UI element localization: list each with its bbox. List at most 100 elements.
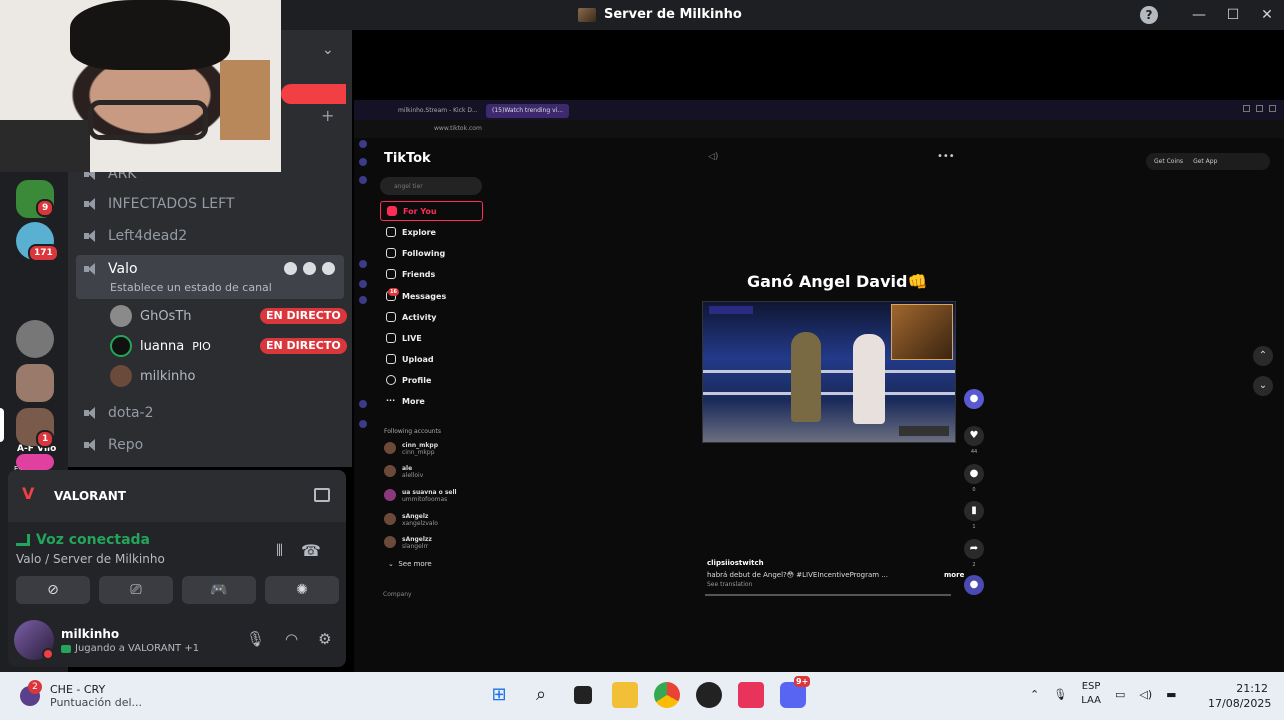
nav-upload[interactable]: Upload xyxy=(380,349,483,369)
video-author[interactable]: clipsiiostwitch xyxy=(707,559,764,567)
chat-icon[interactable] xyxy=(284,262,297,275)
microphone-icon[interactable]: 🎙 xyxy=(1053,688,1067,701)
sidebar-icon[interactable] xyxy=(359,158,367,166)
sidebar-icon[interactable] xyxy=(359,400,367,408)
company-link[interactable]: Company xyxy=(383,591,412,598)
tiktok-logo[interactable]: TikTok xyxy=(384,151,431,166)
music-disc[interactable]: ● xyxy=(964,575,984,595)
sidebar-icon[interactable] xyxy=(359,140,367,148)
see-more-link[interactable]: ⌄ See more xyxy=(388,560,432,568)
speaker-icon[interactable]: ◁) xyxy=(1139,688,1152,701)
chevron-down-icon[interactable]: ⌄ xyxy=(322,42,334,58)
sidebar-icon[interactable] xyxy=(359,260,367,268)
see-translation-link[interactable]: See translation xyxy=(707,581,752,588)
comment-button[interactable]: ● 0 xyxy=(964,464,984,493)
nav-following[interactable]: Following xyxy=(380,243,483,263)
help-icon[interactable]: ? xyxy=(1140,6,1158,24)
search-icon[interactable]: ⌕ xyxy=(528,682,554,708)
more-options-icon[interactable]: ••• xyxy=(937,151,955,162)
sidebar-icon[interactable] xyxy=(359,296,367,304)
server-icon-3[interactable] xyxy=(16,320,54,358)
maximize-icon[interactable] xyxy=(1256,105,1263,112)
browser-tab[interactable]: milkinho.Stream - Kick D... xyxy=(392,104,484,118)
minimize-icon[interactable] xyxy=(1243,105,1250,112)
soundboard-button[interactable]: ✺ xyxy=(265,576,339,604)
scroll-up-button[interactable]: ⌃ xyxy=(1253,346,1273,366)
server-icon-4[interactable] xyxy=(16,364,54,402)
battery-icon[interactable]: ▬ xyxy=(1166,688,1176,701)
share-button[interactable]: ➦ 2 xyxy=(964,539,984,568)
add-channel-icon[interactable]: + xyxy=(321,106,334,125)
nav-activity[interactable]: Activity xyxy=(380,307,483,327)
channel-infectados-left[interactable]: INFECTADOS LEFT xyxy=(84,192,234,216)
scroll-down-button[interactable]: ⌄ xyxy=(1253,376,1273,396)
voice-user[interactable]: milkinho xyxy=(110,364,195,388)
close-button[interactable]: ✕ xyxy=(1250,7,1284,23)
sidebar-icon[interactable] xyxy=(359,420,367,428)
account-item[interactable]: ua suavna o sell ummitofoomas xyxy=(384,489,457,503)
language-indicator[interactable]: ESP LAA xyxy=(1081,680,1101,708)
video-player[interactable] xyxy=(702,301,956,443)
url-text[interactable]: www.tiktok.com xyxy=(434,125,482,132)
camera-off-button[interactable]: ⊘ xyxy=(16,576,90,604)
gear-icon[interactable] xyxy=(322,262,335,275)
nav-explore[interactable]: Explore xyxy=(380,222,483,242)
volume-icon[interactable]: ◁) xyxy=(708,152,718,162)
chrome-icon[interactable] xyxy=(654,682,680,708)
channel-left4dead2[interactable]: Left4dead2 xyxy=(84,224,187,248)
address-bar[interactable]: www.tiktok.com xyxy=(354,120,1284,138)
nav-friends[interactable]: Friends xyxy=(380,264,483,284)
invite-icon[interactable] xyxy=(303,262,316,275)
microphone-icon[interactable]: 🎙 xyxy=(246,630,265,648)
search-input[interactable]: angel tier xyxy=(380,177,482,195)
nav-more[interactable]: ··· More xyxy=(380,391,483,411)
get-coins-button[interactable]: Get Coins xyxy=(1154,158,1183,165)
obs-icon[interactable] xyxy=(696,682,722,708)
discord-icon[interactable]: 9+ xyxy=(780,676,811,708)
maximize-button[interactable]: ☐ xyxy=(1216,7,1250,23)
windows-start-icon[interactable]: ⊞ xyxy=(486,682,512,708)
creator-avatar[interactable]: ● xyxy=(964,389,984,409)
minimize-button[interactable]: — xyxy=(1182,7,1216,23)
disconnect-icon[interactable]: ☎ xyxy=(301,541,321,561)
account-item[interactable]: cinn_mkpp cinn_mkpp xyxy=(384,442,438,456)
stream-icon[interactable] xyxy=(314,488,330,502)
more-link[interactable]: more xyxy=(944,571,964,579)
account-item[interactable]: sAngelzz slangelrr xyxy=(384,536,432,550)
voice-connected[interactable]: Voz conectada xyxy=(16,532,150,548)
video-progress[interactable] xyxy=(705,594,951,596)
valorant-icon[interactable] xyxy=(738,682,764,708)
clock[interactable]: 21:12 17/08/2025 xyxy=(1208,681,1271,711)
headphones-icon[interactable]: ◠ xyxy=(285,630,298,648)
nav-for-you[interactable]: For You xyxy=(380,201,483,221)
gear-icon[interactable]: ⚙ xyxy=(318,630,331,648)
server-icon-6[interactable] xyxy=(16,454,54,470)
sidebar-icon[interactable] xyxy=(359,176,367,184)
channel-valo[interactable]: Valo xyxy=(84,257,138,281)
close-icon[interactable] xyxy=(1269,105,1276,112)
nav-live[interactable]: LIVE xyxy=(380,328,483,348)
file-explorer-icon[interactable] xyxy=(612,682,638,708)
channel-status[interactable]: Establece un estado de canal xyxy=(110,281,272,294)
browser-tab-active[interactable]: (15)Watch trending vi... xyxy=(486,104,570,118)
channel-dota-2[interactable]: dota-2 xyxy=(84,401,153,425)
bookmark-button[interactable]: ▮ 1 xyxy=(964,501,984,530)
account-item[interactable]: sAngelz xangelzvalo xyxy=(384,513,438,527)
voice-user[interactable]: luanna PIO xyxy=(110,334,211,358)
noise-suppression-icon[interactable]: ⦀ xyxy=(276,541,283,561)
task-view-icon[interactable] xyxy=(574,686,592,704)
channel-repo[interactable]: Repo xyxy=(84,433,143,457)
get-app-button[interactable]: Get App xyxy=(1193,158,1217,165)
account-item[interactable]: ale alelloiv xyxy=(384,465,423,479)
chevron-up-icon[interactable]: ⌃ xyxy=(1030,688,1039,701)
activity-button[interactable]: 🎮 xyxy=(182,576,256,604)
like-button[interactable]: ♥ 44 xyxy=(964,426,984,455)
voice-user[interactable]: GhOsTh xyxy=(110,304,192,328)
sidebar-icon[interactable] xyxy=(359,280,367,288)
screen-share-button[interactable]: ⎚ xyxy=(99,576,173,604)
event-banner[interactable] xyxy=(281,84,346,104)
user-name[interactable]: milkinho xyxy=(61,627,119,641)
display-icon[interactable]: ▭ xyxy=(1115,688,1125,701)
media-widget[interactable]: 2 CHE - CRY Puntuación del... xyxy=(20,680,142,709)
nav-profile[interactable]: Profile xyxy=(380,370,483,390)
